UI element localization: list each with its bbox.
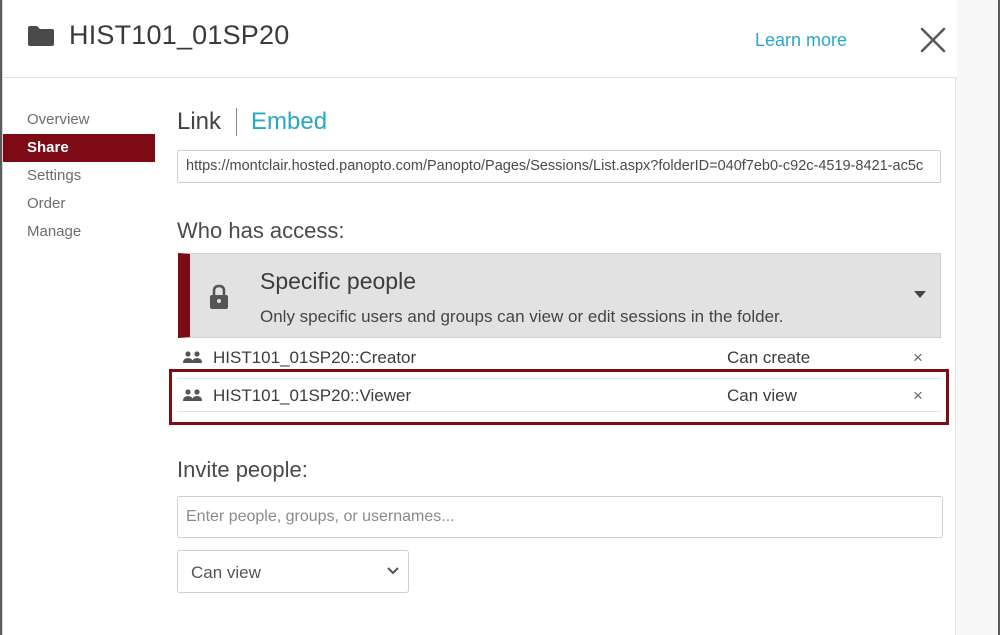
remove-permission-button[interactable]: × (913, 348, 923, 368)
invite-people-input[interactable] (177, 496, 943, 538)
access-mode-description: Only specific users and groups can view … (260, 307, 784, 326)
access-mode-title: Specific people (260, 268, 416, 294)
group-icon (183, 351, 202, 363)
permission-row: HIST101_01SP20::Viewer Can view × (177, 378, 941, 412)
remove-permission-button[interactable]: × (913, 386, 923, 406)
learn-more-link[interactable]: Learn more (755, 30, 847, 51)
sidebar-item-share[interactable]: Share (3, 134, 155, 162)
sidebar-item-overview[interactable]: Overview (3, 106, 155, 134)
sidebar-item-manage[interactable]: Manage (3, 218, 155, 246)
close-icon[interactable] (917, 24, 949, 56)
dialog-header: HIST101_01SP20 Learn more (3, 0, 957, 78)
share-link-field[interactable]: https://montclair.hosted.panopto.com/Pan… (177, 150, 941, 183)
invite-permission-value: Can view (191, 563, 261, 582)
group-icon (183, 389, 202, 401)
lock-icon (210, 284, 228, 309)
permission-name: HIST101_01SP20::Viewer (213, 386, 412, 405)
sidebar-item-settings[interactable]: Settings (3, 162, 155, 190)
permission-level[interactable]: Can view (727, 386, 797, 406)
sidebar-item-order[interactable]: Order (3, 190, 155, 218)
share-tabs: Link Embed (177, 100, 327, 144)
caret-down-icon (914, 291, 926, 298)
share-dialog: HIST101_01SP20 Learn more Overview Share… (2, 0, 998, 635)
permission-row: HIST101_01SP20::Creator Can create × (177, 341, 941, 375)
access-mode-dropdown[interactable]: Specific people Only specific users and … (178, 253, 941, 338)
tab-embed[interactable]: Embed (251, 108, 327, 136)
tab-divider (236, 108, 238, 136)
folder-title: HIST101_01SP20 (69, 20, 290, 50)
invite-permission-select[interactable]: Can view (177, 550, 409, 593)
who-has-access-heading: Who has access: (177, 218, 345, 243)
chevron-down-icon (387, 567, 399, 575)
folder-icon (28, 26, 54, 46)
permission-level[interactable]: Can create (727, 348, 810, 368)
tab-link[interactable]: Link (177, 108, 221, 136)
invite-people-heading: Invite people: (177, 457, 308, 482)
sidebar-nav: Overview Share Settings Order Manage (3, 106, 155, 246)
permission-name: HIST101_01SP20::Creator (213, 348, 417, 367)
